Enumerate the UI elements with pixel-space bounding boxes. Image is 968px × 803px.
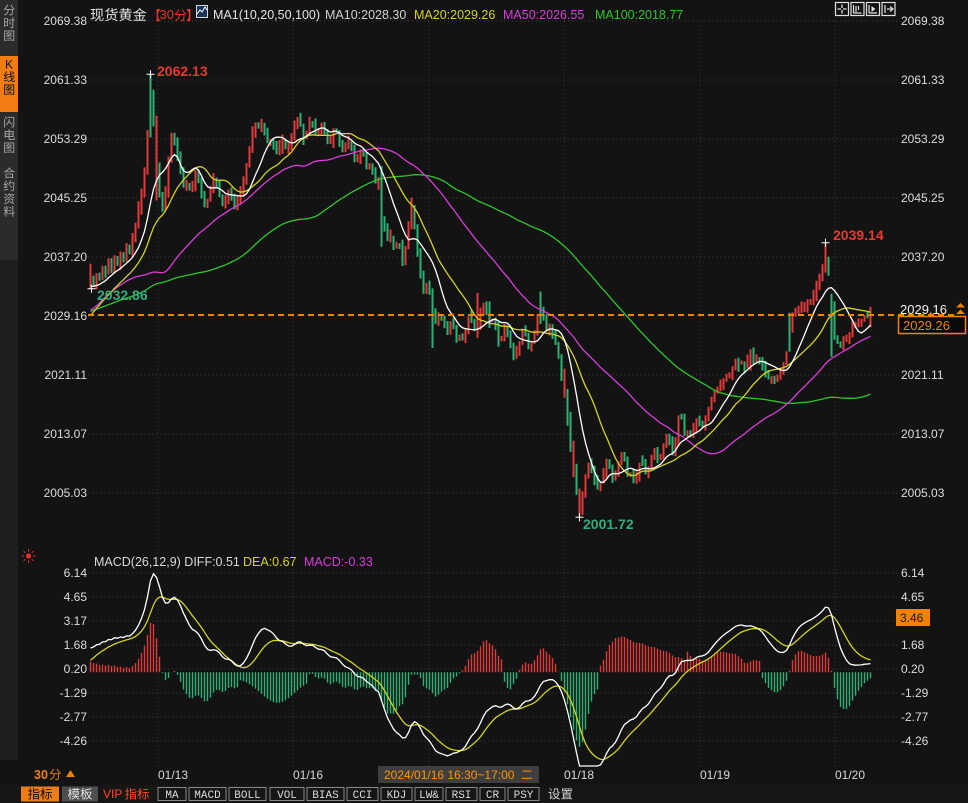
- svg-text:-4.26: -4.26: [60, 734, 88, 748]
- svg-text:PSY: PSY: [514, 790, 534, 802]
- svg-text:2061.33: 2061.33: [901, 73, 945, 87]
- svg-text:2005.03: 2005.03: [44, 486, 88, 500]
- svg-text:2029.16: 2029.16: [44, 309, 88, 323]
- svg-text:0.20: 0.20: [64, 662, 88, 676]
- svg-text:2037.20: 2037.20: [901, 250, 945, 264]
- svg-text:2069.38: 2069.38: [901, 14, 945, 28]
- svg-text:2069.38: 2069.38: [44, 14, 88, 28]
- svg-text:2037.20: 2037.20: [44, 250, 88, 264]
- svg-text:KDJ: KDJ: [387, 790, 407, 802]
- svg-text:VOL: VOL: [277, 790, 297, 802]
- svg-text:2001.72: 2001.72: [583, 516, 634, 532]
- svg-text:CR: CR: [486, 790, 500, 802]
- svg-text:01/13: 01/13: [158, 768, 188, 782]
- svg-text:-1.29: -1.29: [60, 686, 88, 700]
- svg-text:30: 30: [34, 768, 48, 782]
- svg-text:3.46: 3.46: [900, 611, 924, 625]
- svg-text:MA100:2018.77: MA100:2018.77: [595, 8, 683, 22]
- svg-text:01/19: 01/19: [700, 768, 730, 782]
- svg-text:6.14: 6.14: [901, 566, 925, 580]
- svg-text:RSI: RSI: [452, 790, 472, 802]
- svg-text:4.65: 4.65: [901, 590, 925, 604]
- svg-text:2061.33: 2061.33: [44, 73, 88, 87]
- svg-text:-2.77: -2.77: [60, 710, 88, 724]
- svg-text:-2.77: -2.77: [901, 710, 929, 724]
- svg-text:30: 30: [160, 7, 174, 22]
- svg-text:BOLL: BOLL: [234, 790, 260, 802]
- svg-text:2045.25: 2045.25: [901, 191, 945, 205]
- svg-text:2013.07: 2013.07: [44, 427, 88, 441]
- svg-text:CCI: CCI: [353, 790, 373, 802]
- svg-text:2024/01/16 16:30~17:00: 2024/01/16 16:30~17:00: [384, 768, 515, 782]
- svg-text:6.14: 6.14: [64, 566, 88, 580]
- svg-text:MA20:2029.26: MA20:2029.26: [414, 8, 495, 22]
- svg-text:MA10:2028.30: MA10:2028.30: [325, 8, 406, 22]
- svg-text:2013.07: 2013.07: [901, 427, 945, 441]
- svg-text:K: K: [5, 58, 13, 72]
- svg-text:MACD: MACD: [194, 790, 221, 802]
- svg-text:2053.29: 2053.29: [44, 132, 88, 146]
- svg-text:1.68: 1.68: [64, 638, 88, 652]
- svg-text:4.65: 4.65: [64, 590, 88, 604]
- svg-text:2005.03: 2005.03: [901, 486, 945, 500]
- svg-text:MA1(10,20,50,100): MA1(10,20,50,100): [213, 8, 320, 22]
- svg-text:2021.11: 2021.11: [45, 368, 88, 382]
- svg-text:DEA:0.67: DEA:0.67: [243, 555, 297, 569]
- svg-text:2021.11: 2021.11: [901, 368, 944, 382]
- svg-text:2029.26: 2029.26: [903, 318, 950, 333]
- svg-text:0.20: 0.20: [901, 662, 925, 676]
- svg-text:2039.14: 2039.14: [833, 227, 884, 243]
- svg-text:2053.29: 2053.29: [901, 132, 945, 146]
- svg-text:01/20: 01/20: [835, 768, 865, 782]
- svg-text:01/18: 01/18: [564, 768, 594, 782]
- svg-text:-1.29: -1.29: [901, 686, 929, 700]
- svg-text:MA: MA: [165, 790, 179, 802]
- svg-text:MA50:2026.55: MA50:2026.55: [503, 8, 584, 22]
- svg-text:3.17: 3.17: [64, 614, 88, 628]
- svg-text:01/16: 01/16: [293, 768, 323, 782]
- svg-text:2045.25: 2045.25: [44, 191, 88, 205]
- svg-text:2032.86: 2032.86: [97, 287, 148, 303]
- svg-text:BIAS: BIAS: [312, 790, 339, 802]
- svg-text:MACD:-0.33: MACD:-0.33: [304, 555, 373, 569]
- svg-text:2062.13: 2062.13: [157, 63, 208, 79]
- svg-text:VIP: VIP: [103, 787, 122, 801]
- svg-text:MACD(26,12,9) DIFF:0.51: MACD(26,12,9) DIFF:0.51: [94, 555, 240, 569]
- svg-text:LW&: LW&: [419, 790, 439, 802]
- svg-text:-4.26: -4.26: [901, 734, 929, 748]
- svg-text:2029.16: 2029.16: [900, 302, 947, 317]
- svg-text:1.68: 1.68: [901, 638, 925, 652]
